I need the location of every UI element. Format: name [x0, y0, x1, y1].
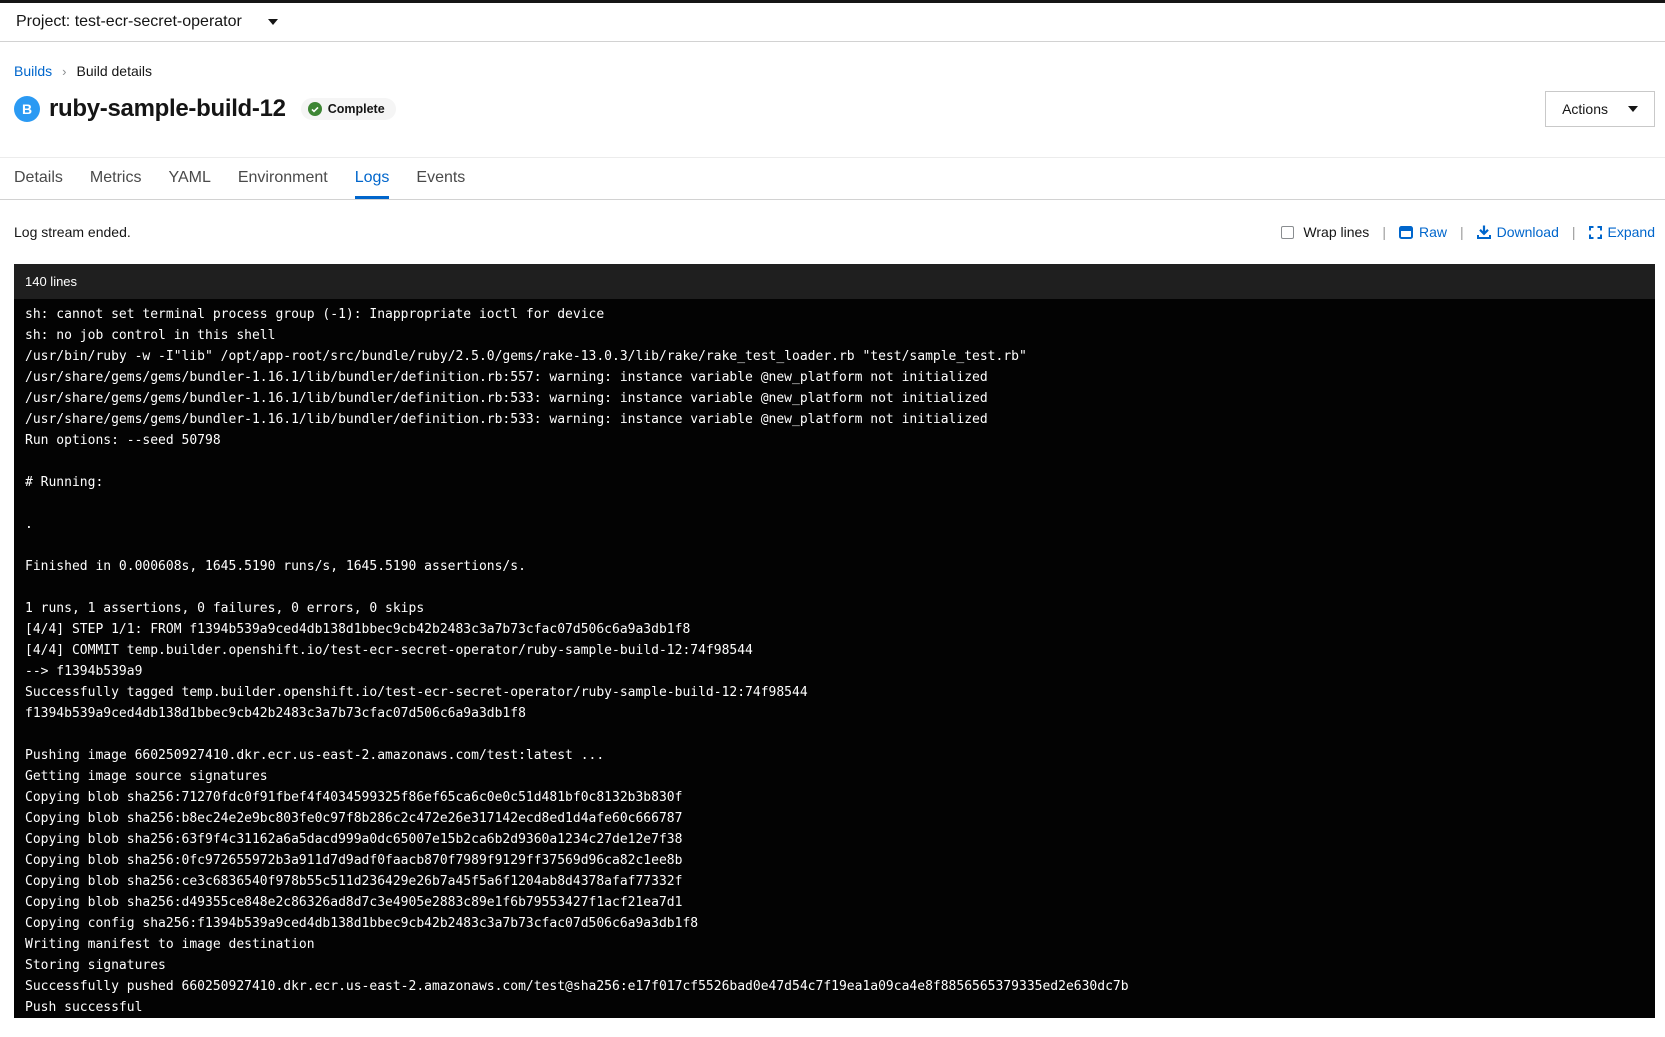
log-line-count: 140 lines	[25, 274, 77, 289]
log-stream-status: Log stream ended.	[14, 224, 131, 240]
build-resource-icon: B	[14, 96, 40, 122]
log-toolbar: Log stream ended. Wrap lines | Raw | Dow…	[14, 224, 1655, 240]
wrap-lines-checkbox[interactable]	[1281, 226, 1294, 239]
expand-link-label: Expand	[1608, 224, 1655, 240]
page-title: ruby-sample-build-12	[49, 95, 286, 123]
breadcrumb-link-builds[interactable]: Builds	[14, 63, 52, 79]
download-link[interactable]: Download	[1477, 224, 1559, 240]
breadcrumb-current: Build details	[76, 63, 152, 79]
expand-icon	[1589, 226, 1602, 239]
tab-environment[interactable]: Environment	[238, 158, 328, 199]
project-switcher-label: Project: test-ecr-secret-operator	[16, 13, 242, 31]
chevron-right-icon: ›	[62, 64, 66, 79]
tab-yaml[interactable]: YAML	[168, 158, 210, 199]
separator: |	[1382, 224, 1386, 240]
caret-down-icon	[268, 19, 278, 25]
wrap-lines-control[interactable]: Wrap lines	[1281, 224, 1369, 240]
tab-events[interactable]: Events	[416, 158, 465, 199]
actions-dropdown-button[interactable]: Actions	[1545, 91, 1655, 127]
log-viewer: 140 lines sh: cannot set terminal proces…	[14, 264, 1655, 1018]
download-link-label: Download	[1497, 224, 1559, 240]
expand-link[interactable]: Expand	[1589, 224, 1655, 240]
log-output[interactable]: sh: cannot set terminal process group (-…	[14, 299, 1655, 1018]
status-badge-label: Complete	[328, 102, 385, 116]
status-badge: Complete	[301, 98, 396, 120]
window-icon	[1399, 226, 1413, 239]
download-icon	[1477, 225, 1491, 239]
raw-link[interactable]: Raw	[1399, 224, 1447, 240]
check-circle-icon	[308, 102, 322, 116]
separator: |	[1572, 224, 1576, 240]
project-switcher[interactable]: Project: test-ecr-secret-operator	[0, 3, 1665, 42]
page-header: B ruby-sample-build-12 Complete Actions	[14, 91, 1655, 127]
tab-bar: Details Metrics YAML Environment Logs Ev…	[0, 157, 1665, 200]
caret-down-icon	[1628, 106, 1638, 112]
tab-logs[interactable]: Logs	[355, 158, 390, 199]
actions-button-label: Actions	[1562, 101, 1608, 117]
raw-link-label: Raw	[1419, 224, 1447, 240]
breadcrumb: Builds › Build details	[14, 63, 1665, 79]
tab-metrics[interactable]: Metrics	[90, 158, 142, 199]
log-controls: Wrap lines | Raw | Download | Expand	[1281, 224, 1655, 240]
log-viewer-header: 140 lines	[14, 264, 1655, 299]
tab-details[interactable]: Details	[14, 158, 63, 199]
wrap-lines-label: Wrap lines	[1303, 224, 1369, 240]
separator: |	[1460, 224, 1464, 240]
